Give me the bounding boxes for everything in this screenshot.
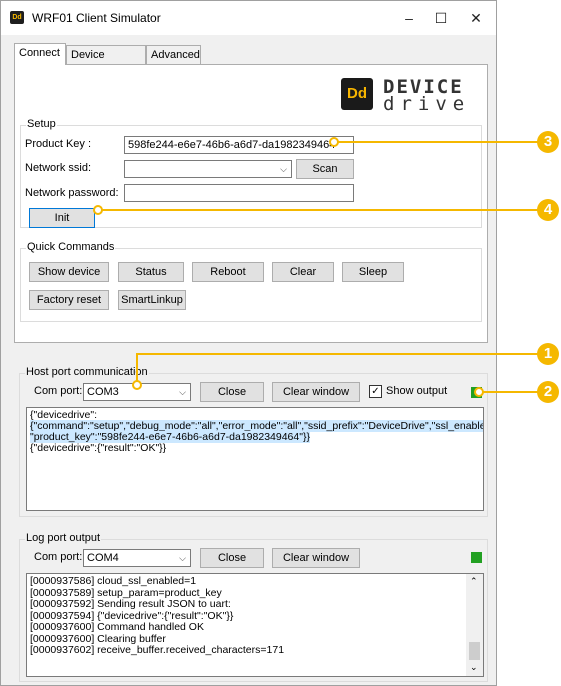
callout-badge-4: 4 xyxy=(537,199,559,221)
chevron-down-icon: ⌵ xyxy=(280,164,287,174)
show-device-button[interactable]: Show device xyxy=(29,262,109,282)
callout-2-anchor xyxy=(474,387,484,397)
callout-badge-1: 1 xyxy=(537,343,559,365)
network-password-input[interactable] xyxy=(124,184,354,202)
reboot-button[interactable]: Reboot xyxy=(192,262,264,282)
close-button[interactable]: ✕ xyxy=(464,7,488,29)
log-line: [0000937586] cloud_ssl_enabled=1 xyxy=(30,575,197,587)
log-com-port-combo[interactable]: COM4 ⌵ xyxy=(83,549,191,567)
quick-commands-title: Quick Commands xyxy=(26,241,116,253)
chevron-down-icon: ⌵ xyxy=(179,387,186,397)
host-port-title: Host port communication xyxy=(25,366,149,378)
log-com-port-label: Com port: xyxy=(34,551,83,563)
callout-1-anchor xyxy=(132,380,142,390)
quick-commands-group: Quick Commands Show device Status Reboot… xyxy=(20,241,482,322)
network-ssid-combo[interactable]: ⌵ xyxy=(124,160,292,178)
sleep-button[interactable]: Sleep xyxy=(342,262,404,282)
host-close-button[interactable]: Close xyxy=(200,382,264,402)
scan-button[interactable]: Scan xyxy=(296,159,354,179)
callout-1-line xyxy=(137,353,539,355)
scroll-down-icon[interactable]: ⌄ xyxy=(470,662,478,673)
network-ssid-label: Network ssid: xyxy=(25,162,92,174)
logo-mark: Dd xyxy=(341,78,373,110)
tab-advanced[interactable]: Advanced xyxy=(146,45,201,64)
network-password-label: Network password: xyxy=(25,187,119,199)
tab-device-simulator[interactable]: Device simulator xyxy=(66,45,146,80)
host-line-4: {"devicedrive":{"result":"OK"}} xyxy=(30,442,167,454)
host-clear-window-button[interactable]: Clear window xyxy=(272,382,360,402)
connect-panel: Dd DEVICE drive Setup Product Key : 598f… xyxy=(14,64,488,343)
log-port-title: Log port output xyxy=(25,532,102,544)
window-title: WRF01 Client Simulator xyxy=(32,11,161,25)
show-output-checkbox[interactable]: ✓ xyxy=(369,385,382,398)
log-line: [0000937592] Sending result JSON to uart… xyxy=(30,598,231,610)
log-clear-window-button[interactable]: Clear window xyxy=(272,548,360,568)
app-logo-icon: Dd xyxy=(10,11,24,24)
callout-1-drop xyxy=(136,353,138,383)
smartlinkup-button[interactable]: SmartLinkup xyxy=(118,290,186,310)
app-window: Dd WRF01 Client Simulator – ☐ ✕ Connect … xyxy=(0,0,497,686)
callout-3-anchor xyxy=(329,137,339,147)
minimize-button[interactable]: – xyxy=(397,7,421,29)
callout-4-anchor xyxy=(93,205,103,215)
maximize-button[interactable]: ☐ xyxy=(429,7,453,29)
log-status-led xyxy=(471,552,482,563)
scroll-thumb[interactable] xyxy=(469,642,480,660)
callout-3-line xyxy=(333,141,539,143)
logo-text-drive: drive xyxy=(383,93,471,115)
setup-title: Setup xyxy=(26,118,57,130)
callout-4-line xyxy=(97,209,539,211)
tab-connect[interactable]: Connect xyxy=(14,43,66,65)
log-scrollbar[interactable]: ⌃ ⌄ xyxy=(466,574,483,676)
callout-badge-2: 2 xyxy=(537,381,559,403)
log-line: [0000937602] receive_buffer.received_cha… xyxy=(30,644,285,656)
init-button[interactable]: Init xyxy=(29,208,95,228)
product-key-label: Product Key : xyxy=(25,138,92,150)
log-output-textarea[interactable]: [0000937586] cloud_ssl_enabled=1 [0000937… xyxy=(26,573,484,677)
log-close-button[interactable]: Close xyxy=(200,548,264,568)
host-com-port-value: COM3 xyxy=(87,386,119,398)
log-port-group: Log port output Com port: COM4 ⌵ Close C… xyxy=(19,532,488,682)
host-port-group: Host port communication Com port: COM3 ⌵… xyxy=(19,366,488,517)
status-button[interactable]: Status xyxy=(118,262,184,282)
callout-2-line xyxy=(478,391,539,393)
host-com-port-label: Com port: xyxy=(34,385,83,397)
scroll-up-icon[interactable]: ⌃ xyxy=(470,576,478,587)
title-bar: Dd WRF01 Client Simulator – ☐ ✕ xyxy=(1,1,496,35)
factory-reset-button[interactable]: Factory reset xyxy=(29,290,109,310)
clear-button[interactable]: Clear xyxy=(272,262,334,282)
chevron-down-icon: ⌵ xyxy=(179,553,186,563)
log-line: [0000937600] Command handled OK xyxy=(30,621,204,633)
show-output-label: Show output xyxy=(386,385,448,397)
log-com-port-value: COM4 xyxy=(87,552,119,564)
host-output-textarea[interactable]: {"devicedrive": {"command":"setup","debug… xyxy=(26,407,484,511)
devicedrive-logo: Dd DEVICE drive xyxy=(341,76,485,115)
product-key-input[interactable]: 598fe244-e6e7-46b6-a6d7-da1982349464 xyxy=(124,136,354,154)
callout-badge-3: 3 xyxy=(537,131,559,153)
